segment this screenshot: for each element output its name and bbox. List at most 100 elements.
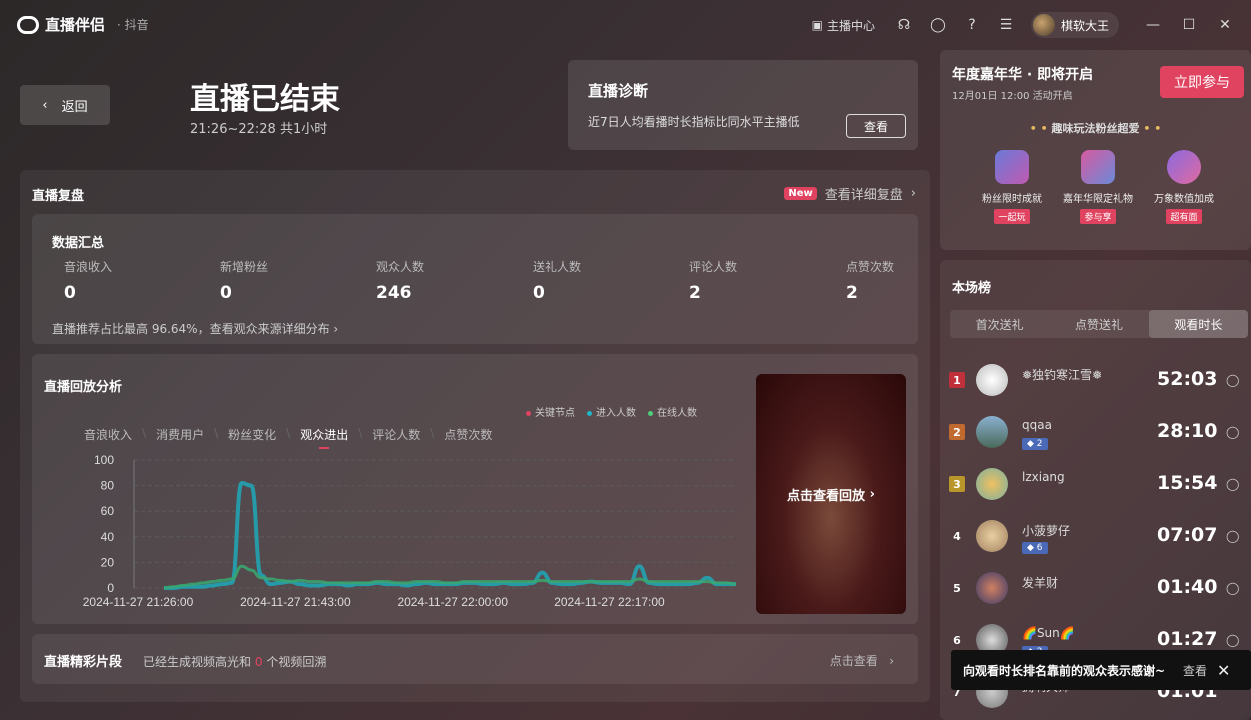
gift-item[interactable]: 万象数值加成 超有面 [1144, 150, 1224, 224]
username: 棋软大王 [1060, 18, 1109, 33]
tab-fan-change[interactable]: 粉丝变化 [222, 426, 282, 443]
gift-box-icon [1081, 150, 1115, 184]
stat-commenters[interactable]: 评论人数 2 [689, 258, 737, 303]
avatar [976, 364, 1008, 396]
x-tick-label: 2024-11-27 21:43:00 [240, 595, 351, 609]
ranking-row[interactable]: 4 小菠萝仔 ◆ 6 07:07 ◯ [940, 510, 1251, 562]
clips-view-link[interactable]: 点击查看 › [830, 652, 894, 669]
thanks-toast: 向观看时长排名靠前的观众表示感谢~ 查看 ✕ [951, 650, 1251, 690]
app-logo: 直播伴侣 · 抖音 [17, 14, 149, 35]
viewer-flow-chart: 100 80 60 40 20 02024-11-27 21:26:00 2024-11-2… [83, 453, 736, 609]
tab-likes[interactable]: 点赞次数 [438, 426, 498, 443]
x-tick-label: 2024-11-27 22:17:00 [554, 595, 665, 609]
title-bar: 直播伴侣 · 抖音 ▣ 主播中心 ☊ ◯ ? ☰ 棋软大王 — ☐ ✕ [0, 0, 1251, 50]
comment-icon[interactable]: ◯ [1226, 373, 1239, 387]
chevron-left-icon: ‹ [42, 97, 48, 113]
replay-preview[interactable]: 点击查看回放 › [756, 374, 906, 614]
diagnosis-view-button[interactable]: 查看 [846, 114, 906, 138]
stat-gifters: 送礼人数 0 [533, 260, 582, 303]
y-tick-label: 40 [101, 530, 115, 544]
detailed-review-link[interactable]: New 查看详细复盘 › [784, 184, 916, 203]
y-tick-label: 80 [101, 479, 115, 493]
diagnosis-card: 直播诊断 近7日人均看播时长指标比同水平主播低 查看 [568, 60, 918, 150]
stat-gift-income: 音浪收入 0 [64, 260, 113, 303]
chevron-right-icon: › [333, 322, 339, 336]
tab-first-gift[interactable]: 首次送礼 [950, 310, 1049, 338]
ranking-row[interactable]: 2 qqaa ◆ 2 28:10 ◯ [940, 406, 1251, 458]
tab-gift-income[interactable]: 音浪收入 [78, 426, 138, 443]
summary-title: 数据汇总 [52, 236, 105, 251]
clips-desc: 已经生成视频高光和 0 个视频回溯 [143, 655, 327, 669]
close-icon[interactable]: ✕ [1215, 15, 1235, 35]
y-tick-label: 60 [101, 504, 115, 518]
tab-commenters[interactable]: 评论人数 [366, 426, 426, 443]
avatar [1032, 14, 1055, 36]
back-button[interactable]: ‹ 返回 [20, 85, 110, 125]
gift-box-icon [995, 150, 1029, 184]
toast-view-link[interactable]: 查看 [1183, 662, 1207, 679]
menu-icon[interactable]: ☰ [997, 16, 1015, 34]
tab-like-gift[interactable]: 点赞送礼 [1049, 310, 1148, 338]
ranking-tabs: 首次送礼 点赞送礼 观看时长 [950, 310, 1248, 338]
chevron-right-icon: › [865, 486, 875, 502]
x-tick-label: 2024-11-27 21:26:00 [83, 595, 194, 609]
ranking-row[interactable]: 3 lzxiang 15:54 ◯ [940, 458, 1251, 510]
page-title: 直播已结束 [190, 82, 340, 117]
comment-icon[interactable]: ◯ [1226, 581, 1239, 595]
source-distribution-link[interactable]: 直播推荐占比最高 96.64%，查看观众来源详细分布 › [52, 320, 338, 337]
carnival-subtitle: • • 趣味玩法粉丝超爱 • • [1029, 122, 1162, 135]
ranking-title: 本场榜 [952, 281, 992, 296]
app-name: 直播伴侣 [45, 16, 106, 34]
join-now-button[interactable]: 立即参与 [1160, 66, 1244, 98]
avatar [976, 468, 1008, 500]
diagnosis-title: 直播诊断 [588, 82, 649, 100]
chart-icon: ▣ [811, 18, 823, 32]
highlight-clips: 直播精彩片段 已经生成视频高光和 0 个视频回溯 点击查看 › [32, 634, 918, 684]
maximize-icon[interactable]: ☐ [1179, 15, 1199, 35]
carnival-title: 年度嘉年华 · 即将开启 [952, 67, 1094, 83]
tab-viewer-flow[interactable]: 观众进出 [294, 426, 354, 443]
gift-item[interactable]: 粉丝限时成就 一起玩 [972, 150, 1052, 224]
fan-level-badge: ◆ 2 [1022, 438, 1048, 450]
new-badge: New [784, 187, 817, 200]
replay-analysis: 直播回放分析 关键节点 进入人数 在线人数 音浪收入 \ 消费用户 \ 粉丝变化… [32, 354, 918, 624]
stat-likes[interactable]: 点赞次数 2 [846, 258, 894, 303]
gift-item[interactable]: 嘉年华限定礼物 参与享 [1058, 150, 1138, 224]
ranking-row[interactable]: 5 发羊财 01:40 ◯ [940, 562, 1251, 614]
comment-icon[interactable]: ◯ [1226, 477, 1239, 491]
anchor-center-link[interactable]: ▣ 主播中心 [812, 17, 875, 34]
y-tick-label: 0 [107, 581, 114, 595]
chevron-right-icon: › [910, 186, 916, 201]
data-summary: 数据汇总 音浪收入 0 新增粉丝 0 观众人数 246 送礼人数 0 评论人数 … [32, 214, 918, 344]
comment-icon[interactable]: ◯ [1226, 633, 1239, 647]
user-profile[interactable]: 棋软大王 [1030, 12, 1119, 38]
x-tick-label: 2024-11-27 22:00:00 [397, 595, 508, 609]
avatar [976, 520, 1008, 552]
tab-paying-users[interactable]: 消费用户 [150, 426, 210, 443]
fan-level-badge: ◆ 6 [1022, 542, 1048, 554]
toast-text: 向观看时长排名靠前的观众表示感谢~ [963, 663, 1166, 678]
app-platform: · 抖音 [117, 18, 149, 32]
gift-box-icon [1167, 150, 1201, 184]
comment-icon[interactable]: ◯ [1226, 425, 1239, 439]
headset-icon[interactable]: ☊ [895, 16, 913, 34]
analysis-tabs: 音浪收入 \ 消费用户 \ 粉丝变化 \ 观众进出 \ 评论人数 \ 点赞次数 [78, 426, 498, 443]
close-icon[interactable]: ✕ [1217, 661, 1230, 680]
diagnosis-desc: 近7日人均看播时长指标比同水平主播低 [588, 115, 800, 129]
stat-viewers[interactable]: 观众人数 246 [376, 258, 424, 303]
review-title: 直播复盘 [32, 189, 85, 204]
tab-watch-time[interactable]: 观看时长 [1148, 310, 1248, 338]
legend-item: 进入人数 [587, 404, 636, 419]
help-icon[interactable]: ? [963, 16, 981, 34]
carnival-time: 12月01日 12:00 活动开启 [952, 91, 1073, 102]
avatar [976, 416, 1008, 448]
comment-icon[interactable]: ◯ [1226, 529, 1239, 543]
y-tick-label: 100 [94, 453, 114, 467]
chat-icon[interactable]: ◯ [929, 16, 947, 34]
stat-new-fans: 新增粉丝 0 [220, 260, 269, 303]
legend-item: 关键节点 [526, 404, 575, 419]
chevron-right-icon: › [881, 654, 894, 668]
avatar [976, 572, 1008, 604]
ranking-row[interactable]: 1 ❅独钓寒江雪❅ 52:03 ◯ [940, 354, 1251, 406]
minimize-icon[interactable]: — [1143, 15, 1163, 35]
